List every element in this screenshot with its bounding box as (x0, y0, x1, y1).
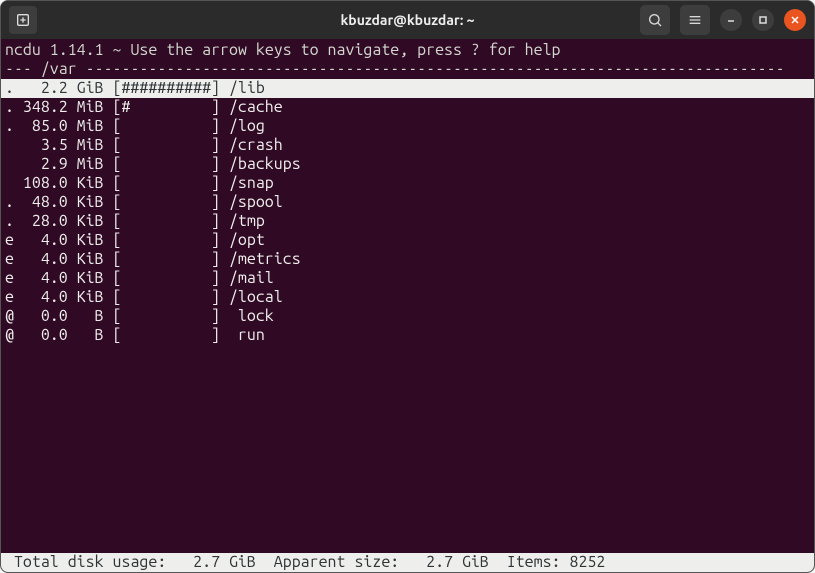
row-size: 4.0 KiB (23, 269, 104, 288)
row-mark: e (5, 269, 23, 288)
ncdu-row[interactable]: e 4.0 KiB[ ]/mail (1, 269, 814, 288)
row-bar: [# ] (104, 98, 220, 117)
row-size: 48.0 KiB (23, 193, 104, 212)
ncdu-row[interactable]: 2.9 MiB[ ]/backups (1, 155, 814, 174)
ncdu-row[interactable]: e 4.0 KiB[ ]/opt (1, 231, 814, 250)
row-bar: [ ] (104, 117, 220, 136)
row-size: 3.5 MiB (23, 136, 104, 155)
row-name: /backups (220, 155, 301, 174)
row-mark: e (5, 288, 23, 307)
row-bar: [ ] (104, 326, 220, 345)
row-size: 0.0 B (23, 307, 104, 326)
ncdu-row[interactable]: . 2.2 GiB[##########]/lib (1, 79, 814, 98)
ncdu-path-line: --- /var -------------------------------… (1, 60, 814, 79)
row-bar: [ ] (104, 269, 220, 288)
row-size: 2.9 MiB (23, 155, 104, 174)
row-name: run (220, 326, 265, 345)
row-size: 85.0 MiB (23, 117, 104, 136)
row-name: /cache (220, 98, 283, 117)
terminal-window: kbuzdar@kbuzdar: ~ (0, 0, 815, 573)
row-bar: [ ] (104, 231, 220, 250)
close-button[interactable] (784, 9, 806, 31)
row-size: 4.0 KiB (23, 288, 104, 307)
ncdu-row[interactable]: e 4.0 KiB[ ]/metrics (1, 250, 814, 269)
row-bar: [ ] (104, 288, 220, 307)
ncdu-row[interactable]: . 48.0 KiB[ ]/spool (1, 193, 814, 212)
row-mark: @ (5, 326, 23, 345)
row-name: /opt (220, 231, 265, 250)
row-name: /spool (220, 193, 283, 212)
ncdu-row[interactable]: @ 0.0 B[ ] lock (1, 307, 814, 326)
row-name: /snap (220, 174, 274, 193)
row-bar: [ ] (104, 155, 220, 174)
row-name: /local (220, 288, 283, 307)
row-name: /lib (220, 79, 265, 98)
maximize-button[interactable] (752, 9, 774, 31)
ncdu-row[interactable]: . 28.0 KiB[ ]/tmp (1, 212, 814, 231)
row-name: lock (220, 307, 274, 326)
row-mark: @ (5, 307, 23, 326)
row-mark: . (5, 98, 23, 117)
row-mark: . (5, 193, 23, 212)
ncdu-row[interactable]: @ 0.0 B[ ] run (1, 326, 814, 345)
row-name: /tmp (220, 212, 265, 231)
row-name: /log (220, 117, 265, 136)
row-size: 0.0 B (23, 326, 104, 345)
ncdu-rows: . 2.2 GiB[##########]/lib.348.2 MiB[# ]/… (1, 79, 814, 345)
row-mark: . (5, 79, 23, 98)
ncdu-row[interactable]: .348.2 MiB[# ]/cache (1, 98, 814, 117)
row-mark (5, 155, 23, 174)
row-bar: [##########] (104, 79, 220, 98)
menu-button[interactable] (680, 5, 710, 35)
row-size: 4.0 KiB (23, 250, 104, 269)
ncdu-row[interactable]: 3.5 MiB[ ]/crash (1, 136, 814, 155)
terminal-body[interactable]: ncdu 1.14.1 ~ Use the arrow keys to navi… (1, 39, 814, 572)
row-name: /mail (220, 269, 274, 288)
row-mark: . (5, 212, 23, 231)
row-bar: [ ] (104, 212, 220, 231)
row-mark: . (5, 117, 23, 136)
row-mark: e (5, 250, 23, 269)
row-bar: [ ] (104, 193, 220, 212)
search-button[interactable] (640, 5, 670, 35)
row-bar: [ ] (104, 174, 220, 193)
row-size: 2.2 GiB (23, 79, 104, 98)
ncdu-row[interactable]: e 4.0 KiB[ ]/local (1, 288, 814, 307)
ncdu-row[interactable]: 108.0 KiB[ ]/snap (1, 174, 814, 193)
row-size: 28.0 KiB (23, 212, 104, 231)
row-bar: [ ] (104, 136, 220, 155)
ncdu-current-path: /var (41, 60, 77, 78)
row-name: /metrics (220, 250, 301, 269)
ncdu-row[interactable]: . 85.0 MiB[ ]/log (1, 117, 814, 136)
row-mark (5, 136, 23, 155)
ncdu-footer: Total disk usage: 2.7 GiB Apparent size:… (1, 553, 814, 572)
row-size: 108.0 KiB (23, 174, 104, 193)
row-mark: e (5, 231, 23, 250)
row-size: 4.0 KiB (23, 231, 104, 250)
row-size: 348.2 MiB (23, 98, 104, 117)
ncdu-header: ncdu 1.14.1 ~ Use the arrow keys to navi… (1, 41, 814, 60)
new-tab-button[interactable] (9, 6, 37, 34)
titlebar: kbuzdar@kbuzdar: ~ (1, 1, 814, 39)
minimize-button[interactable] (720, 9, 742, 31)
row-bar: [ ] (104, 307, 220, 326)
row-bar: [ ] (104, 250, 220, 269)
row-name: /crash (220, 136, 283, 155)
row-mark (5, 174, 23, 193)
